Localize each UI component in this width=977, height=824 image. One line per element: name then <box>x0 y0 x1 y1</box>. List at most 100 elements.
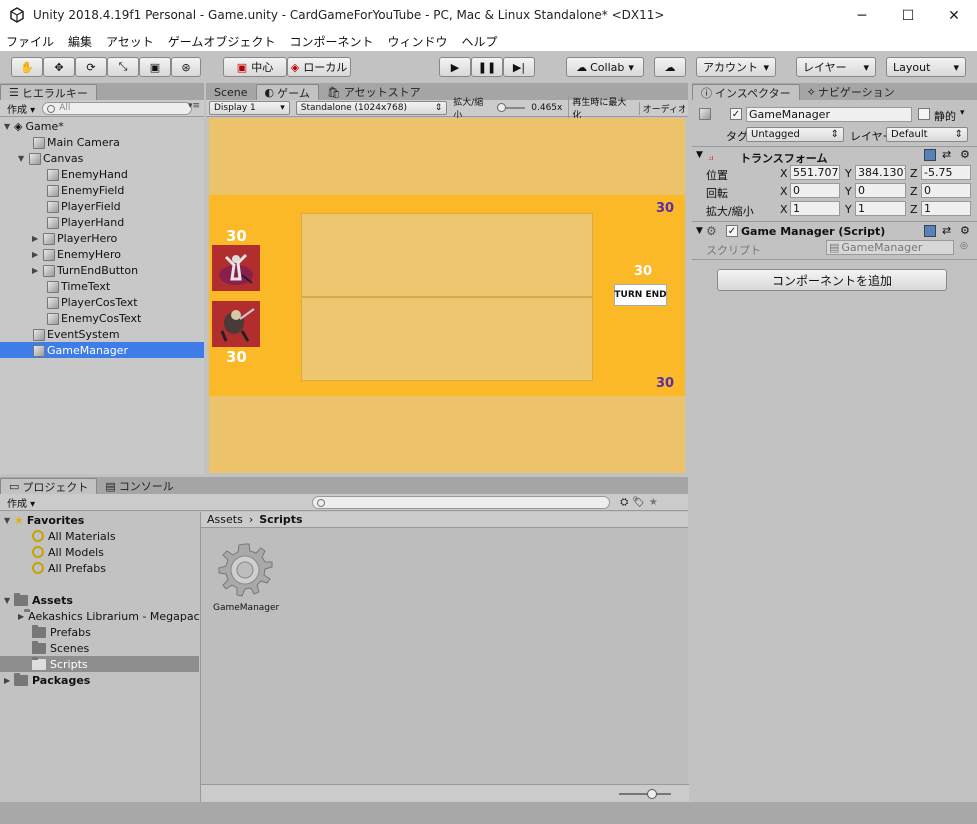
packages-row[interactable]: ▶ Packages <box>0 672 199 688</box>
turn-end-button[interactable]: TURN END <box>614 284 667 306</box>
pause-button[interactable]: ❚❚ <box>471 57 503 77</box>
gear-icon[interactable]: ⚙ <box>960 148 970 161</box>
hierarchy-item-selected[interactable]: GameManager <box>0 342 204 358</box>
script-enabled-checkbox[interactable]: ✓ <box>726 225 738 237</box>
scale-slider[interactable] <box>496 103 526 112</box>
menu-component[interactable]: コンポーネント <box>289 33 373 50</box>
hierarchy-item[interactable]: ▶ EnemyHero <box>0 246 204 262</box>
menu-file[interactable]: ファイル <box>6 33 54 50</box>
rotation-x-field[interactable]: 0 <box>790 183 840 198</box>
rect-tool-button[interactable]: ▣ <box>139 57 171 77</box>
collab-button[interactable]: ☁ Collab ▾ <box>566 57 644 77</box>
minimize-button[interactable]: ─ <box>839 0 885 31</box>
help-icon[interactable] <box>924 225 936 237</box>
script-foldout-icon[interactable]: ▼ <box>696 226 703 236</box>
play-button[interactable]: ▶ <box>439 57 471 77</box>
breadcrumb-assets[interactable]: Assets <box>207 513 243 526</box>
favorite-star-icon[interactable]: ★ <box>649 497 658 508</box>
asset-folder[interactable]: Scenes <box>0 640 199 656</box>
hand-tool-button[interactable]: ✋ <box>11 57 43 77</box>
favorite-item[interactable]: All Models <box>0 544 199 560</box>
add-component-button[interactable]: コンポーネントを追加 <box>717 269 947 291</box>
position-z-field[interactable]: -5.75 <box>921 165 971 180</box>
pivot-local-button[interactable]: ◈ ローカル <box>287 57 351 77</box>
cloud-button[interactable]: ☁ <box>654 57 686 77</box>
active-checkbox[interactable]: ✓ <box>730 108 742 120</box>
hierarchy-item[interactable]: ▶ PlayerHero <box>0 230 204 246</box>
tab-asset-store[interactable]: 🛍 アセットストア <box>319 84 429 100</box>
project-create-button[interactable]: 作成 ▾ <box>4 495 38 510</box>
rotate-tool-button[interactable]: ⟳ <box>75 57 107 77</box>
hierarchy-item[interactable]: Main Camera <box>0 134 204 150</box>
scene-row[interactable]: ▼ ◈ Game* <box>0 118 204 134</box>
account-dropdown[interactable]: アカウント ▾ <box>696 57 776 77</box>
menu-edit[interactable]: 編集 <box>68 33 92 50</box>
tag-dropdown[interactable]: Untagged ⇕ <box>746 127 844 142</box>
resolution-dropdown[interactable]: Standalone (1024x768) ⇕ <box>295 101 448 115</box>
menu-assets[interactable]: アセット <box>106 33 154 50</box>
hierarchy-item[interactable]: ▼ Canvas <box>0 150 204 166</box>
preset-icon[interactable]: ⇄ <box>942 224 951 237</box>
menu-help[interactable]: ヘルプ <box>461 33 497 50</box>
static-dropdown-icon[interactable]: ▾ <box>960 108 965 118</box>
hierarchy-item[interactable]: TimeText <box>0 278 204 294</box>
hierarchy-item[interactable]: PlayerField <box>0 198 204 214</box>
asset-folder-selected[interactable]: Scripts <box>0 656 199 672</box>
object-picker-icon[interactable]: ◎ <box>960 241 968 251</box>
enemy-hero-portrait[interactable] <box>212 245 260 291</box>
hierarchy-item[interactable]: EnemyField <box>0 182 204 198</box>
hierarchy-item[interactable]: PlayerCosText <box>0 294 204 310</box>
tab-project[interactable]: ▭ プロジェクト <box>0 478 98 494</box>
tab-hierarchy[interactable]: ☰ ヒエラルキー <box>0 84 97 100</box>
player-hero-portrait[interactable] <box>212 301 260 347</box>
scale-x-field[interactable]: 1 <box>790 201 840 216</box>
panel-menu-icon[interactable]: ▾≡ <box>188 101 200 111</box>
tab-scene[interactable]: Scene <box>206 84 256 100</box>
hierarchy-item[interactable]: EnemyHand <box>0 166 204 182</box>
hierarchy-item[interactable]: ▶ TurnEndButton <box>0 262 204 278</box>
hierarchy-item[interactable]: EventSystem <box>0 326 204 342</box>
static-checkbox[interactable] <box>918 108 930 120</box>
help-icon[interactable] <box>924 149 936 161</box>
transform-tool-button[interactable]: ⊛ <box>171 57 201 77</box>
favorite-item[interactable]: All Prefabs <box>0 560 199 576</box>
asset-folder[interactable]: ▶ Aekashics Librarium - Megapac <box>0 608 199 624</box>
layers-dropdown[interactable]: レイヤー ▾ <box>796 57 876 77</box>
layer-dropdown[interactable]: Default ⇕ <box>886 127 968 142</box>
icon-size-slider[interactable] <box>619 789 671 799</box>
step-button[interactable]: ▶| <box>503 57 535 77</box>
scale-slider-thumb[interactable] <box>496 103 506 112</box>
maximize-button[interactable]: ☐ <box>885 0 931 31</box>
favorites-row[interactable]: ▼ ★ Favorites <box>0 512 199 528</box>
create-button[interactable]: 作成 ▾ <box>4 101 38 116</box>
breadcrumb-scripts[interactable]: Scripts <box>259 513 302 526</box>
hierarchy-item[interactable]: EnemyCosText <box>0 310 204 326</box>
transform-foldout-icon[interactable]: ▼ <box>696 150 703 160</box>
rotation-y-field[interactable]: 0 <box>855 183 906 198</box>
project-search-input[interactable] <box>312 495 611 509</box>
menu-gameobject[interactable]: ゲームオブジェクト <box>168 33 276 50</box>
position-x-field[interactable]: 551.707 <box>790 165 840 180</box>
move-tool-button[interactable]: ✥ <box>43 57 75 77</box>
display-dropdown[interactable]: Display 1 ▾ <box>209 101 290 115</box>
preset-icon[interactable]: ⇄ <box>942 148 951 161</box>
favorite-item[interactable]: All Materials <box>0 528 199 544</box>
tab-inspector[interactable]: ⓘ インスペクター <box>692 84 800 100</box>
layout-dropdown[interactable]: Layout ▾ <box>886 57 966 77</box>
gear-icon[interactable]: ⚙ <box>960 224 970 237</box>
hierarchy-item[interactable]: PlayerHand <box>0 214 204 230</box>
filter-type-icon[interactable]: ⛭ <box>620 497 628 508</box>
hierarchy-search-input[interactable]: All <box>42 101 193 115</box>
menu-window[interactable]: ウィンドウ <box>387 33 447 50</box>
icon-size-thumb[interactable] <box>647 789 657 799</box>
scale-y-field[interactable]: 1 <box>855 201 906 216</box>
script-asset[interactable]: GameManager <box>213 540 279 620</box>
object-name-field[interactable]: GameManager <box>746 107 912 122</box>
tab-console[interactable]: ▤ コンソール <box>97 478 181 494</box>
rotation-z-field[interactable]: 0 <box>921 183 971 198</box>
assets-row[interactable]: ▼ Assets <box>0 592 199 608</box>
pivot-center-button[interactable]: ▣ 中心 <box>223 57 287 77</box>
asset-folder[interactable]: Prefabs <box>0 624 199 640</box>
scale-z-field[interactable]: 1 <box>921 201 971 216</box>
scale-tool-button[interactable]: ⤡ <box>107 57 139 77</box>
